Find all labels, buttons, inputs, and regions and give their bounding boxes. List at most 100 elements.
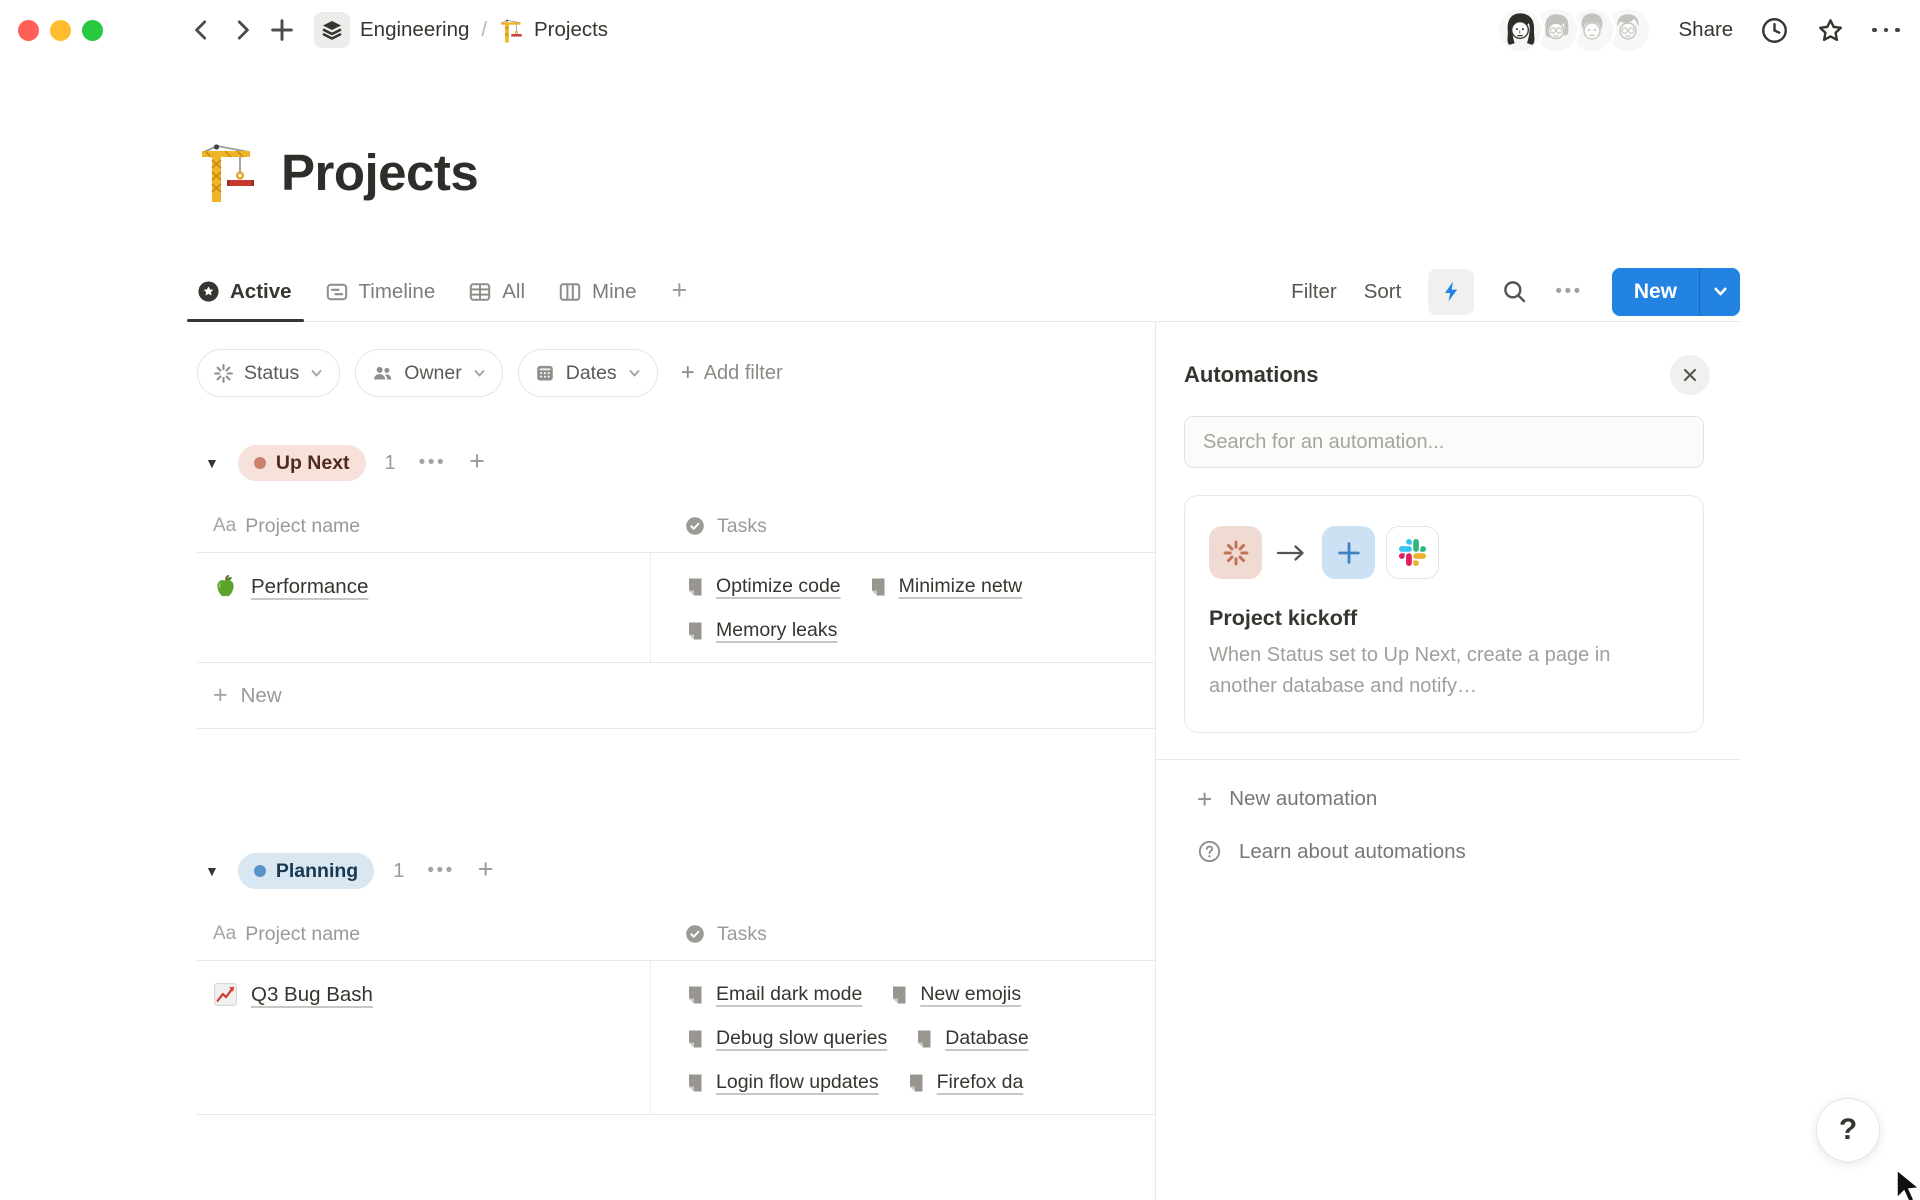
- task-item[interactable]: Firefox da: [906, 1071, 1024, 1094]
- task-link[interactable]: Login flow updates: [716, 1071, 879, 1094]
- chevron-left-icon: [189, 17, 215, 43]
- task-item[interactable]: Email dark mode: [685, 983, 862, 1006]
- task-item[interactable]: Database: [914, 1027, 1028, 1050]
- tasks-cell[interactable]: Email dark mode New emojis Debug slow qu…: [650, 961, 1155, 1114]
- task-link[interactable]: Memory leaks: [716, 619, 837, 642]
- filter-bar: Status Owner: [197, 349, 783, 397]
- column-header-tasks[interactable]: Tasks: [650, 515, 1155, 538]
- group-add-row-button[interactable]: +: [469, 446, 485, 477]
- filter-chip-status[interactable]: Status: [197, 349, 340, 397]
- sidebar-toggle-icon[interactable]: [125, 18, 160, 42]
- automation-title: Project kickoff: [1209, 606, 1679, 631]
- minimize-window-button[interactable]: [50, 20, 71, 41]
- share-button[interactable]: Share: [1679, 18, 1734, 42]
- search-view-button[interactable]: [1501, 278, 1528, 305]
- filter-button[interactable]: Filter: [1291, 280, 1337, 304]
- task-link[interactable]: Database: [945, 1027, 1028, 1050]
- tasks-cell[interactable]: Optimize code Minimize netw Memory leaks: [650, 553, 1155, 662]
- help-button[interactable]: ?: [1816, 1098, 1880, 1162]
- tab-timeline[interactable]: Timeline: [325, 262, 436, 321]
- new-button[interactable]: New: [1612, 268, 1699, 316]
- view-options-button[interactable]: •••: [1555, 281, 1582, 303]
- tab-active[interactable]: Active: [197, 262, 292, 321]
- task-item[interactable]: Login flow updates: [685, 1071, 879, 1094]
- task-item[interactable]: Memory leaks: [685, 619, 837, 642]
- task-line: Email dark mode New emojis: [685, 983, 1155, 1006]
- page-icon: [914, 1029, 934, 1049]
- task-item[interactable]: New emojis: [889, 983, 1021, 1006]
- filter-chip-dates[interactable]: Dates: [518, 349, 658, 397]
- automations-panel: Automations: [1155, 322, 1740, 1200]
- project-name-link[interactable]: Q3 Bug Bash: [251, 983, 373, 1007]
- column-header-project-name[interactable]: Aa Project name: [197, 923, 650, 946]
- breadcrumb-page[interactable]: Projects: [534, 18, 608, 42]
- forward-button[interactable]: [229, 17, 255, 43]
- sort-button[interactable]: Sort: [1364, 280, 1402, 304]
- tab-label: Active: [230, 280, 292, 304]
- column-header-project-name[interactable]: Aa Project name: [197, 515, 650, 538]
- project-name-link[interactable]: Performance: [251, 575, 368, 599]
- close-panel-button[interactable]: [1670, 355, 1710, 395]
- task-link[interactable]: Email dark mode: [716, 983, 862, 1006]
- group-options-button[interactable]: •••: [427, 860, 454, 882]
- notion-window: Engineering / Projects: [0, 0, 1920, 1200]
- page-icon: [889, 985, 909, 1005]
- breadcrumb-team[interactable]: Engineering: [360, 18, 469, 42]
- zoom-window-button[interactable]: [82, 20, 103, 41]
- learn-about-automations-link[interactable]: Learn about automations: [1184, 825, 1704, 878]
- collapse-triangle-icon[interactable]: ▼: [205, 863, 219, 879]
- task-link[interactable]: Minimize netw: [899, 575, 1023, 598]
- updates-button[interactable]: [1760, 16, 1789, 45]
- new-dropdown-button[interactable]: [1700, 268, 1740, 316]
- automation-card[interactable]: Project kickoff When Status set to Up Ne…: [1184, 495, 1704, 733]
- status-pill-planning[interactable]: Planning: [238, 853, 374, 889]
- arrow-right-icon: [1273, 541, 1311, 565]
- automation-search-input[interactable]: [1184, 416, 1704, 468]
- task-link[interactable]: Optimize code: [716, 575, 841, 598]
- filter-chip-owner[interactable]: Owner: [355, 349, 502, 397]
- view-toolbar: Filter Sort ••• New: [1291, 262, 1740, 321]
- group-count: 1: [385, 452, 396, 475]
- view-tabs-bar: Active Timeline All: [197, 262, 1740, 322]
- tab-all[interactable]: All: [468, 262, 525, 321]
- close-window-button[interactable]: [18, 20, 39, 41]
- project-name-cell[interactable]: Performance: [197, 553, 650, 662]
- task-line: Login flow updates Firefox da: [685, 1071, 1155, 1094]
- task-link[interactable]: Firefox da: [937, 1071, 1024, 1094]
- chip-label: Dates: [566, 362, 617, 385]
- add-filter-button[interactable]: + Add filter: [681, 361, 783, 385]
- task-item[interactable]: Minimize netw: [868, 575, 1023, 598]
- table-row[interactable]: Performance Optimize code Minimize netw: [197, 553, 1155, 663]
- chevron-down-icon: [1712, 283, 1729, 300]
- avatar-stack[interactable]: [1496, 6, 1652, 54]
- crane-icon[interactable]: [197, 138, 261, 207]
- task-item[interactable]: Debug slow queries: [685, 1027, 887, 1050]
- slack-icon: [1386, 526, 1439, 579]
- panel-divider: [1156, 759, 1741, 760]
- plus-icon: [268, 16, 296, 44]
- task-link[interactable]: Debug slow queries: [716, 1027, 887, 1050]
- column-header-tasks[interactable]: Tasks: [650, 923, 1155, 946]
- tab-mine[interactable]: Mine: [558, 262, 636, 321]
- favorite-button[interactable]: [1816, 16, 1845, 45]
- add-view-button[interactable]: +: [671, 275, 687, 306]
- timeline-icon: [325, 280, 349, 304]
- group-options-button[interactable]: •••: [419, 452, 446, 474]
- group-add-row-button[interactable]: +: [478, 854, 494, 885]
- project-name-cell[interactable]: Q3 Bug Bash: [197, 961, 650, 1114]
- automations-button[interactable]: [1428, 269, 1474, 315]
- page-title[interactable]: Projects: [281, 143, 478, 202]
- back-button[interactable]: [189, 17, 215, 43]
- status-pill-up-next[interactable]: Up Next: [238, 445, 366, 481]
- collapse-triangle-icon[interactable]: ▼: [205, 455, 219, 471]
- task-item[interactable]: Optimize code: [685, 575, 841, 598]
- new-page-button[interactable]: [268, 16, 296, 44]
- table-row[interactable]: Q3 Bug Bash Email dark mode New emojis: [197, 961, 1155, 1115]
- status-label: Planning: [276, 860, 358, 883]
- new-row-button[interactable]: + New: [197, 663, 1155, 729]
- breadcrumb: Engineering / Projects: [360, 17, 608, 43]
- new-automation-button[interactable]: + New automation: [1184, 772, 1704, 825]
- task-link[interactable]: New emojis: [920, 983, 1021, 1006]
- more-options-button[interactable]: [1872, 28, 1900, 33]
- teamspace-icon[interactable]: [314, 12, 350, 48]
